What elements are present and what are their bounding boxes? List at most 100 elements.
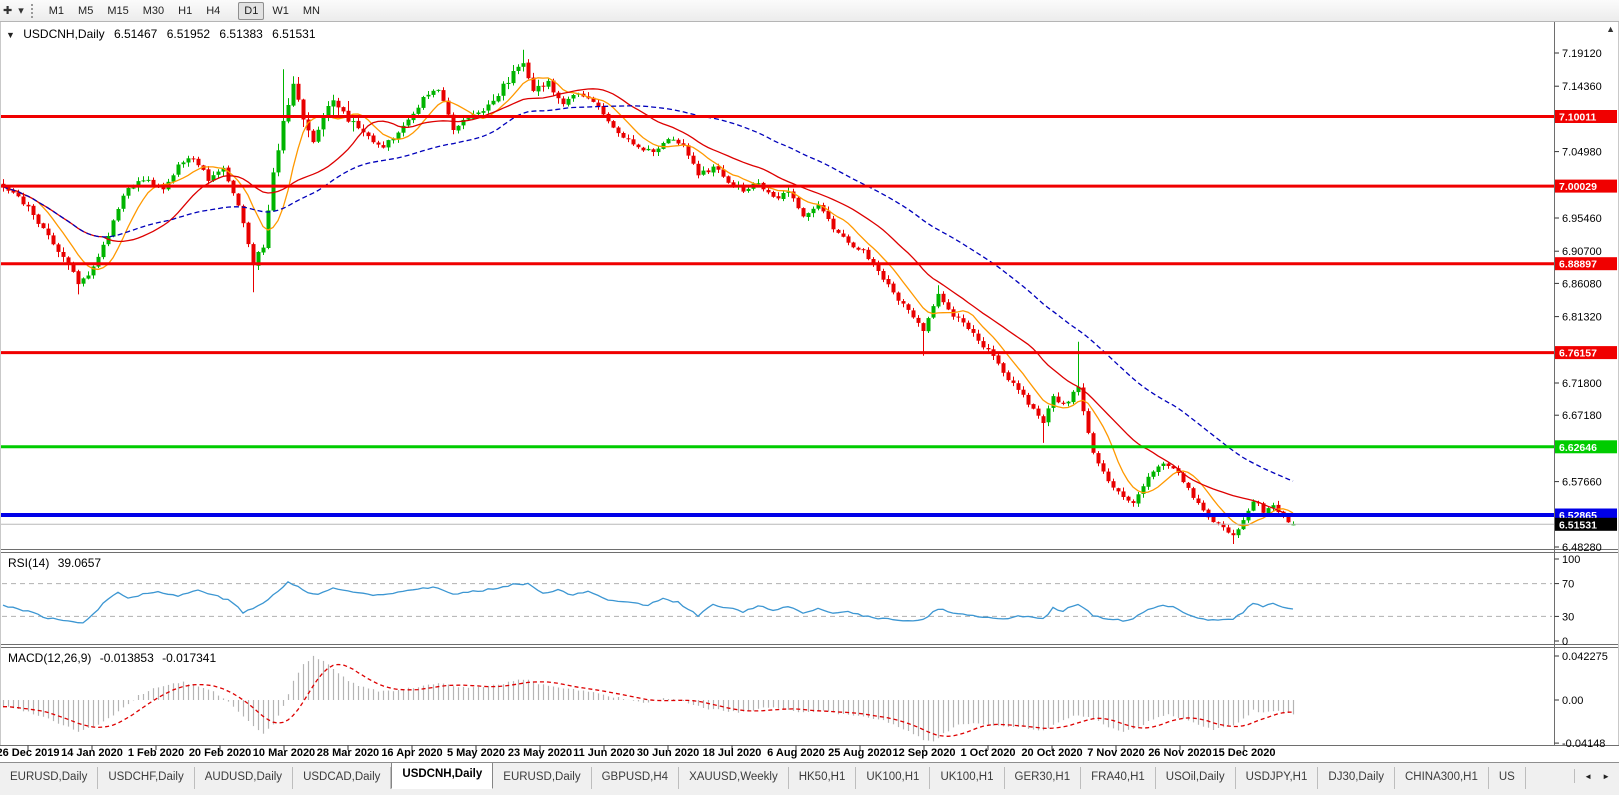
candle-body [842, 234, 846, 237]
cursor-tool-icon[interactable]: ✚ [0, 4, 15, 17]
candle-body [432, 91, 436, 95]
macd-indicator-label: MACD(12,26,9) -0.013853 -0.017341 [8, 651, 221, 665]
candle-body [837, 230, 841, 233]
candle-body [457, 126, 461, 131]
chart-tab-ger30-h1[interactable]: GER30,H1 [1005, 767, 1082, 789]
quote-open: 6.51467 [114, 27, 157, 41]
chart-tab-fra40-h1[interactable]: FRA40,H1 [1081, 767, 1156, 789]
candle-body [1017, 383, 1021, 390]
candle-body [422, 97, 426, 108]
candle-body [922, 323, 926, 331]
chart-tab-us[interactable]: US [1489, 767, 1526, 789]
candle-body [387, 140, 391, 147]
timeframe-button-w1[interactable]: W1 [266, 2, 295, 20]
rsi-axis-label: 70 [1562, 579, 1574, 591]
candle-body [972, 329, 976, 333]
candle-body [937, 294, 941, 307]
candle-body [917, 318, 921, 323]
chart-tab-usdcad-daily[interactable]: USDCAD,Daily [293, 767, 391, 789]
rsi-value: 39.0657 [58, 556, 101, 570]
rsi-axis-label: 30 [1562, 611, 1574, 623]
candle-body [637, 145, 641, 148]
candle-body [282, 121, 286, 150]
chart-menu-icon[interactable]: ▼ [6, 30, 15, 40]
candle-body [887, 279, 891, 284]
chart-tab-usdjpy-h1[interactable]: USDJPY,H1 [1236, 767, 1319, 789]
candle-body [1157, 467, 1161, 473]
candle-body [177, 165, 181, 175]
date-axis-label: 15 Dec 2020 [1198, 747, 1290, 759]
candle-body [957, 317, 961, 318]
candle-body [727, 176, 731, 183]
chart-shift-marker-icon[interactable]: ▲ [1606, 24, 1615, 34]
timeframe-button-m5[interactable]: M5 [72, 2, 99, 20]
chart-tab-dj30-daily[interactable]: DJ30,Daily [1318, 767, 1395, 789]
price-badge-label: 7.10011 [1559, 112, 1597, 124]
candle-body [197, 159, 201, 165]
timeframe-button-h4[interactable]: H4 [200, 2, 226, 20]
candle-body [1072, 392, 1076, 402]
candle-body [857, 248, 861, 250]
candle-body [932, 306, 936, 318]
toolbar-grip-handle[interactable] [31, 4, 36, 18]
candle-body [797, 198, 801, 208]
tab-scroll-controls: ◄ ► [1574, 763, 1619, 789]
candle-body [602, 106, 606, 114]
candle-body [427, 95, 431, 97]
chart-tab-usdcnh-daily[interactable]: USDCNH,Daily [391, 763, 493, 789]
candle-body [1252, 502, 1256, 511]
candle-body [1227, 527, 1231, 532]
candle-body [312, 131, 316, 142]
price-axis-label: 6.86080 [1562, 278, 1602, 290]
candle-body [272, 172, 276, 210]
timeframe-button-h1[interactable]: H1 [172, 2, 198, 20]
chart-tab-xauusd-weekly[interactable]: XAUUSD,Weekly [679, 767, 789, 789]
candle-body [707, 170, 711, 172]
chart-tab-china300-h1[interactable]: CHINA300,H1 [1395, 767, 1489, 789]
chart-tab-uk100-h1[interactable]: UK100,H1 [930, 767, 1004, 789]
chart-tab-hk50-h1[interactable]: HK50,H1 [789, 767, 857, 789]
candle-body [647, 149, 651, 150]
chart-tab-eurusd-daily[interactable]: EURUSD,Daily [493, 767, 591, 789]
tab-scroll-right-icon[interactable]: ► [1597, 769, 1615, 784]
timeframe-button-d1[interactable]: D1 [238, 2, 264, 20]
candle-body [317, 130, 321, 142]
macd-axis-label: 0.00 [1562, 695, 1583, 707]
chart-tab-usdchf-daily[interactable]: USDCHF,Daily [98, 767, 194, 789]
chart-tab-usoil-daily[interactable]: USOil,Daily [1156, 767, 1236, 789]
chart-symbol-period: USDCNH,Daily [23, 27, 104, 41]
chevron-down-icon[interactable]: ▾ [15, 4, 27, 17]
candle-body [1137, 494, 1141, 503]
candle-body [672, 140, 676, 141]
timeframe-button-m1[interactable]: M1 [43, 2, 70, 20]
candle-body [967, 323, 971, 329]
candle-body [467, 118, 471, 120]
timeframe-button-mn[interactable]: MN [297, 2, 326, 20]
macd-name: MACD(12,26,9) [8, 651, 91, 665]
candle-body [1067, 402, 1071, 404]
tab-scroll-left-icon[interactable]: ◄ [1579, 769, 1597, 784]
candle-body [617, 128, 621, 134]
candle-body [1007, 372, 1011, 380]
date-axis: 26 Dec 201914 Jan 20201 Feb 202020 Feb 2… [0, 747, 1619, 762]
candle-body [207, 169, 211, 181]
timeframe-button-m30[interactable]: M30 [137, 2, 170, 20]
candle-body [1037, 409, 1041, 416]
chart-tab-audusd-daily[interactable]: AUDUSD,Daily [195, 767, 293, 789]
candle-body [352, 121, 356, 122]
chart-tab-gbpusd-h4[interactable]: GBPUSD,H4 [592, 767, 679, 789]
candle-body [942, 294, 946, 302]
candle-body [262, 248, 266, 253]
candle-body [22, 197, 26, 205]
timeframe-button-m15[interactable]: M15 [101, 2, 134, 20]
price-axis-label: 7.04980 [1562, 147, 1602, 159]
chart-tab-uk100-h1[interactable]: UK100,H1 [856, 767, 930, 789]
candle-body [802, 208, 806, 216]
candle-body [87, 276, 91, 279]
candle-body [172, 175, 176, 181]
chart-tab-eurusd-daily[interactable]: EURUSD,Daily [0, 767, 98, 789]
rsi-indicator-label: RSI(14) 39.0657 [8, 556, 106, 570]
candle-body [677, 140, 681, 144]
candle-body [1047, 408, 1051, 422]
candle-body [627, 138, 631, 139]
